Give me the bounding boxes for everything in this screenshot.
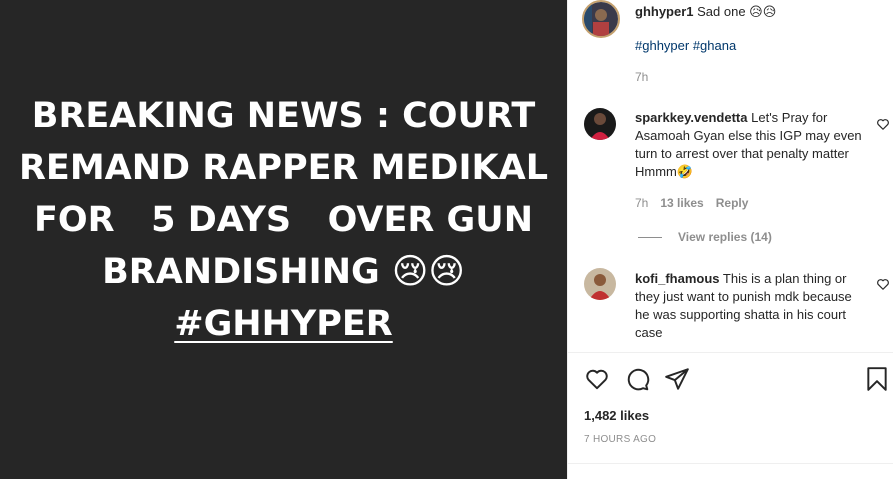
divider (568, 463, 893, 464)
post-image[interactable]: BREAKING NEWS : COURT REMAND RAPPER MEDI… (0, 0, 567, 479)
heart-icon[interactable] (876, 277, 890, 291)
comment-icon[interactable] (624, 366, 650, 392)
comment-body: kofi_fhamous This is a plan thing or the… (635, 270, 863, 342)
commenter-avatar[interactable] (584, 108, 616, 140)
headline-line: BREAKING NEWS : COURT (31, 95, 536, 136)
caption-username[interactable]: ghhyper1 (635, 4, 694, 19)
caption-time[interactable]: 7h (635, 70, 648, 84)
comments-panel: ghhyper1 Sad one 😥😥 #ghhyper #ghana 7h s… (567, 0, 893, 479)
comment-likes[interactable]: 13 likes (660, 196, 703, 210)
comment-body: sparkkey.vendetta Let's Pray for Asamoah… (635, 109, 863, 181)
heart-icon[interactable] (584, 366, 610, 392)
view-replies-label: View replies (14) (678, 230, 772, 244)
headline-line: REMAND RAPPER MEDIKAL (18, 147, 549, 188)
share-icon[interactable] (664, 366, 690, 392)
post-timestamp[interactable]: 7 HOURS AGO (584, 434, 656, 445)
heart-icon[interactable] (876, 117, 890, 131)
comment-time[interactable]: 7h (635, 196, 648, 210)
comment-username[interactable]: sparkkey.vendetta (635, 110, 748, 125)
post-caption: ghhyper1 Sad one 😥😥 (635, 3, 885, 21)
divider (568, 352, 893, 353)
caption-text: Sad one 😥😥 (697, 4, 777, 19)
headline-hashtag: #GHHYPER (174, 303, 393, 344)
commenter-avatar[interactable] (584, 268, 616, 300)
post-headline: BREAKING NEWS : COURT REMAND RAPPER MEDI… (4, 90, 564, 350)
headline-line: BRANDISHING 😢😢 (102, 251, 465, 292)
reply-button[interactable]: Reply (716, 196, 749, 210)
comment-username[interactable]: kofi_fhamous (635, 271, 720, 286)
view-replies-button[interactable]: View replies (14) (638, 230, 772, 244)
likes-count[interactable]: 1,482 likes (584, 408, 649, 423)
replies-divider (638, 236, 662, 238)
bookmark-icon[interactable] (864, 366, 890, 392)
caption-hashtags[interactable]: #ghhyper #ghana (635, 38, 736, 53)
headline-line: FOR 5 DAYS OVER GUN (34, 199, 533, 240)
owner-avatar[interactable] (582, 0, 620, 38)
comment-meta: 7h 13 likes Reply (635, 196, 748, 210)
